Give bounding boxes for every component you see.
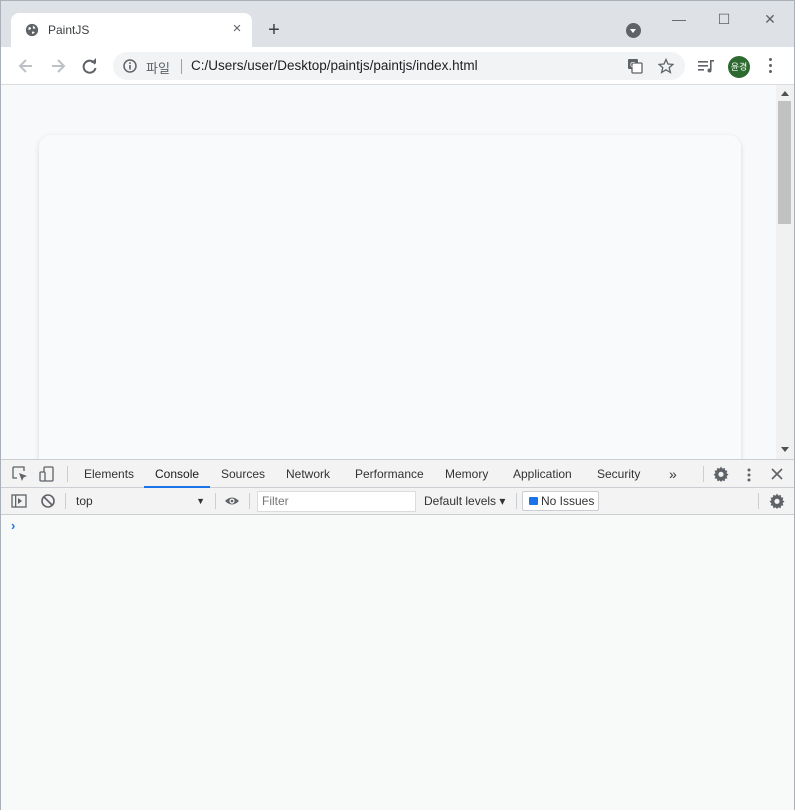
show-sidebar-icon[interactable] — [11, 493, 27, 509]
browser-toolbar: 파일 C:/Users/user/Desktop/paintjs/paintjs… — [1, 47, 794, 85]
tab-console[interactable]: Console — [144, 460, 211, 488]
scrollbar-thumb[interactable] — [778, 101, 791, 224]
minimize-button[interactable]: — — [664, 9, 694, 29]
browser-window: PaintJS × + — ☐ ✕ 파일 C:/Users/user/Deskt… — [0, 0, 795, 810]
context-selector[interactable]: top ▼ — [71, 491, 211, 512]
maximize-button[interactable]: ☐ — [709, 9, 739, 29]
url-text[interactable]: C:/Users/user/Desktop/paintjs/paintjs/in… — [191, 58, 478, 73]
tab-strip: PaintJS × + — ☐ ✕ — [1, 1, 794, 47]
globe-icon — [25, 23, 39, 37]
issues-label: No Issues — [541, 494, 595, 508]
console-settings-gear-icon[interactable] — [769, 493, 785, 509]
issue-message-icon — [529, 497, 538, 505]
context-value: top — [76, 494, 93, 508]
toolbar-separator — [65, 493, 66, 509]
close-window-button[interactable]: ✕ — [755, 9, 785, 29]
tab-security[interactable]: Security — [586, 460, 651, 488]
device-toolbar-icon[interactable] — [39, 466, 55, 482]
console-prompt-chevron-icon: › — [11, 518, 16, 533]
bookmark-star-icon[interactable] — [658, 58, 674, 74]
live-expression-eye-icon[interactable] — [224, 493, 240, 509]
reload-icon[interactable] — [80, 56, 100, 76]
profile-avatar[interactable]: 윤경 — [728, 56, 750, 78]
devtools-separator — [67, 466, 68, 482]
more-tabs-chevron-icon[interactable]: » — [658, 460, 688, 488]
tab-title: PaintJS — [48, 23, 90, 37]
tab-paintjs[interactable]: PaintJS × — [11, 13, 252, 47]
toolbar-separator — [215, 493, 216, 509]
svg-text:G: G — [630, 61, 635, 69]
page-scrollbar[interactable] — [776, 85, 794, 459]
devtools-tabbar: Elements Console Sources Network Perform… — [1, 460, 794, 488]
page-viewport — [1, 85, 794, 459]
tab-sources[interactable]: Sources — [210, 460, 276, 488]
browser-menu-icon[interactable] — [767, 58, 773, 74]
console-toolbar: top ▼ Filter Default levels ▾ No Issues — [1, 488, 794, 515]
forward-arrow-icon[interactable] — [48, 56, 68, 76]
toolbar-separator — [249, 493, 250, 509]
paint-canvas[interactable] — [39, 135, 741, 459]
issues-button[interactable]: No Issues — [522, 491, 599, 511]
settings-gear-icon[interactable] — [713, 466, 729, 482]
close-devtools-icon[interactable] — [769, 466, 785, 482]
clear-console-icon[interactable] — [40, 493, 56, 509]
log-levels-dropdown[interactable]: Default levels ▾ — [424, 491, 505, 512]
tab-elements[interactable]: Elements — [73, 460, 145, 488]
chevron-down-icon: ▼ — [196, 496, 205, 506]
tab-application[interactable]: Application — [502, 460, 583, 488]
tab-search-icon[interactable] — [626, 23, 641, 38]
info-icon[interactable] — [123, 59, 137, 73]
devtools-separator — [703, 466, 704, 482]
address-separator — [181, 59, 182, 74]
console-output[interactable]: › — [1, 515, 794, 810]
inspect-element-icon[interactable] — [12, 466, 28, 482]
console-filter-input[interactable]: Filter — [257, 491, 416, 512]
devtools-menu-icon[interactable] — [742, 467, 756, 483]
back-arrow-icon[interactable] — [16, 56, 36, 76]
scheme-label: 파일 — [146, 61, 170, 76]
scroll-up-arrow-icon[interactable] — [781, 91, 789, 96]
tab-memory[interactable]: Memory — [434, 460, 499, 488]
translate-icon[interactable]: G — [627, 58, 643, 74]
tab-network[interactable]: Network — [275, 460, 341, 488]
toolbar-separator — [758, 493, 759, 509]
devtools-panel: Elements Console Sources Network Perform… — [1, 459, 794, 810]
address-bar[interactable]: 파일 C:/Users/user/Desktop/paintjs/paintjs… — [113, 52, 685, 80]
tab-close-icon[interactable]: × — [229, 21, 245, 37]
media-playlist-icon[interactable] — [697, 57, 715, 75]
new-tab-button[interactable]: + — [263, 19, 285, 41]
scroll-down-arrow-icon[interactable] — [781, 447, 789, 452]
tab-performance[interactable]: Performance — [344, 460, 435, 488]
toolbar-separator — [516, 493, 517, 509]
